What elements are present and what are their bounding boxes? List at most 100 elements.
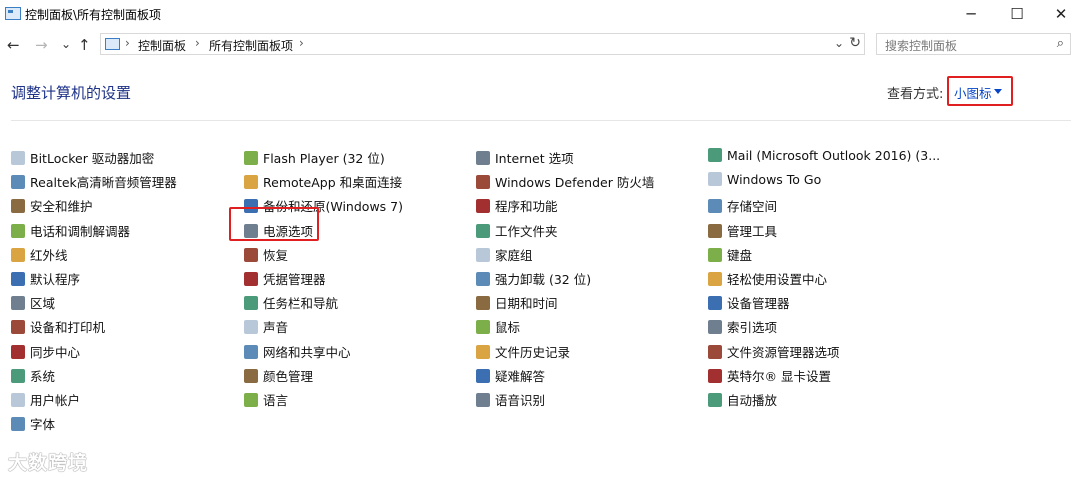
- control-panel-item-label[interactable]: 恢复: [263, 248, 288, 263]
- chevron-down-icon[interactable]: [994, 89, 1002, 94]
- search-icon[interactable]: ⌕: [1057, 36, 1064, 51]
- control-panel-item-label[interactable]: 疑难解答: [495, 369, 545, 384]
- refresh-button[interactable]: ↻: [849, 35, 861, 51]
- control-panel-item-label[interactable]: 语言: [263, 393, 288, 408]
- control-panel-item-label[interactable]: 键盘: [727, 248, 752, 263]
- control-panel-item-label[interactable]: 文件资源管理器选项: [727, 345, 840, 360]
- view-by-dropdown[interactable]: 小图标: [947, 76, 1013, 106]
- control-panel-item[interactable]: 键盘: [708, 245, 940, 269]
- forward-button[interactable]: →: [35, 36, 48, 54]
- address-dropdown-button[interactable]: ⌄: [834, 36, 844, 50]
- control-panel-item-label[interactable]: 默认程序: [30, 272, 80, 287]
- control-panel-item-label[interactable]: Windows To Go: [727, 172, 821, 187]
- breadcrumb-separator[interactable]: ›: [299, 36, 304, 50]
- control-panel-item[interactable]: 恢复: [244, 245, 403, 269]
- control-panel-item-label[interactable]: 声音: [263, 320, 288, 335]
- control-panel-item[interactable]: 红外线: [11, 245, 177, 269]
- control-panel-item-label[interactable]: 红外线: [30, 248, 68, 263]
- control-panel-item[interactable]: 自动播放: [708, 390, 940, 414]
- control-panel-item-label[interactable]: 存储空间: [727, 199, 777, 214]
- view-by-value[interactable]: 小图标: [954, 83, 992, 102]
- control-panel-item-label[interactable]: 电话和调制解调器: [30, 224, 130, 239]
- control-panel-item-label[interactable]: 安全和维护: [30, 199, 93, 214]
- control-panel-item[interactable]: 颜色管理: [244, 366, 403, 390]
- control-panel-item[interactable]: 程序和功能: [476, 196, 654, 220]
- control-panel-item-label[interactable]: 设备管理器: [727, 296, 790, 311]
- control-panel-item[interactable]: 任务栏和导航: [244, 293, 403, 317]
- control-panel-item[interactable]: Windows Defender 防火墙: [476, 172, 654, 196]
- control-panel-item[interactable]: Mail (Microsoft Outlook 2016) (3...: [708, 148, 940, 172]
- minimize-button[interactable]: ─: [948, 0, 994, 30]
- control-panel-item[interactable]: 同步中心: [11, 342, 177, 366]
- control-panel-item-label[interactable]: 文件历史记录: [495, 345, 570, 360]
- control-panel-item[interactable]: Windows To Go: [708, 172, 940, 196]
- control-panel-item-label[interactable]: 同步中心: [30, 345, 80, 360]
- control-panel-item[interactable]: 凭据管理器: [244, 269, 403, 293]
- control-panel-item[interactable]: 文件历史记录: [476, 342, 654, 366]
- control-panel-item[interactable]: Flash Player (32 位): [244, 148, 403, 172]
- control-panel-item-label[interactable]: Internet 选项: [495, 151, 574, 166]
- control-panel-item[interactable]: 电话和调制解调器: [11, 221, 177, 245]
- control-panel-item[interactable]: Internet 选项: [476, 148, 654, 172]
- control-panel-item-label[interactable]: 鼠标: [495, 320, 520, 335]
- control-panel-item-label[interactable]: 工作文件夹: [495, 224, 558, 239]
- control-panel-item[interactable]: 轻松使用设置中心: [708, 269, 940, 293]
- maximize-button[interactable]: ☐: [994, 0, 1040, 30]
- control-panel-item[interactable]: 索引选项: [708, 317, 940, 341]
- control-panel-item-label[interactable]: 颜色管理: [263, 369, 313, 384]
- control-panel-item[interactable]: 声音: [244, 317, 403, 341]
- control-panel-item-label[interactable]: 用户帐户: [30, 393, 80, 408]
- control-panel-item[interactable]: 鼠标: [476, 317, 654, 341]
- control-panel-item-label[interactable]: 设备和打印机: [30, 320, 105, 335]
- control-panel-item[interactable]: 字体: [11, 414, 177, 438]
- control-panel-item[interactable]: 日期和时间: [476, 293, 654, 317]
- control-panel-item[interactable]: 疑难解答: [476, 366, 654, 390]
- address-bar[interactable]: › 控制面板 › 所有控制面板项 › ⌄ ↻: [100, 33, 865, 55]
- control-panel-item-label[interactable]: 任务栏和导航: [263, 296, 338, 311]
- control-panel-item-label[interactable]: Realtek高清晰音频管理器: [30, 175, 177, 190]
- control-panel-item[interactable]: 安全和维护: [11, 196, 177, 220]
- control-panel-item-label[interactable]: 索引选项: [727, 320, 777, 335]
- control-panel-item-label[interactable]: 程序和功能: [495, 199, 558, 214]
- search-input[interactable]: 搜索控制面板 ⌕: [876, 33, 1071, 55]
- control-panel-item[interactable]: 强力卸载 (32 位): [476, 269, 654, 293]
- control-panel-item-label[interactable]: 家庭组: [495, 248, 533, 263]
- control-panel-item[interactable]: 语音识别: [476, 390, 654, 414]
- control-panel-item[interactable]: 系统: [11, 366, 177, 390]
- control-panel-item-label[interactable]: 语音识别: [495, 393, 545, 408]
- control-panel-item[interactable]: 工作文件夹: [476, 221, 654, 245]
- breadcrumb-all-items[interactable]: 所有控制面板项: [209, 37, 293, 54]
- control-panel-item-label[interactable]: 自动播放: [727, 393, 777, 408]
- control-panel-item-label[interactable]: 凭据管理器: [263, 272, 326, 287]
- recent-locations-button[interactable]: ⌄: [61, 37, 71, 51]
- control-panel-item-label[interactable]: 管理工具: [727, 224, 777, 239]
- control-panel-item[interactable]: 家庭组: [476, 245, 654, 269]
- control-panel-item-label[interactable]: 字体: [30, 417, 55, 432]
- control-panel-item[interactable]: 设备和打印机: [11, 317, 177, 341]
- control-panel-item[interactable]: RemoteApp 和桌面连接: [244, 172, 403, 196]
- control-panel-item[interactable]: BitLocker 驱动器加密: [11, 148, 177, 172]
- control-panel-item[interactable]: 用户帐户: [11, 390, 177, 414]
- control-panel-item[interactable]: 文件资源管理器选项: [708, 342, 940, 366]
- control-panel-item-label[interactable]: BitLocker 驱动器加密: [30, 151, 154, 166]
- control-panel-item[interactable]: Realtek高清晰音频管理器: [11, 172, 177, 196]
- control-panel-item[interactable]: 默认程序: [11, 269, 177, 293]
- control-panel-item-label[interactable]: 区域: [30, 296, 55, 311]
- control-panel-item[interactable]: 英特尔® 显卡设置: [708, 366, 940, 390]
- control-panel-item-label[interactable]: 轻松使用设置中心: [727, 272, 827, 287]
- control-panel-item[interactable]: 网络和共享中心: [244, 342, 403, 366]
- control-panel-item[interactable]: 管理工具: [708, 221, 940, 245]
- control-panel-item-label[interactable]: Windows Defender 防火墙: [495, 175, 654, 190]
- control-panel-item-label[interactable]: Mail (Microsoft Outlook 2016) (3...: [727, 148, 940, 163]
- breadcrumb-separator[interactable]: ›: [125, 36, 130, 50]
- breadcrumb-separator[interactable]: ›: [195, 36, 200, 50]
- breadcrumb-control-panel[interactable]: 控制面板: [138, 37, 186, 54]
- control-panel-item[interactable]: 存储空间: [708, 196, 940, 220]
- control-panel-item-label[interactable]: 日期和时间: [495, 296, 558, 311]
- control-panel-item[interactable]: 区域: [11, 293, 177, 317]
- control-panel-item[interactable]: 设备管理器: [708, 293, 940, 317]
- control-panel-item-label[interactable]: 系统: [30, 369, 55, 384]
- control-panel-item-label[interactable]: Flash Player (32 位): [263, 151, 385, 166]
- control-panel-item[interactable]: 语言: [244, 390, 403, 414]
- control-panel-item-label[interactable]: 英特尔® 显卡设置: [727, 369, 831, 384]
